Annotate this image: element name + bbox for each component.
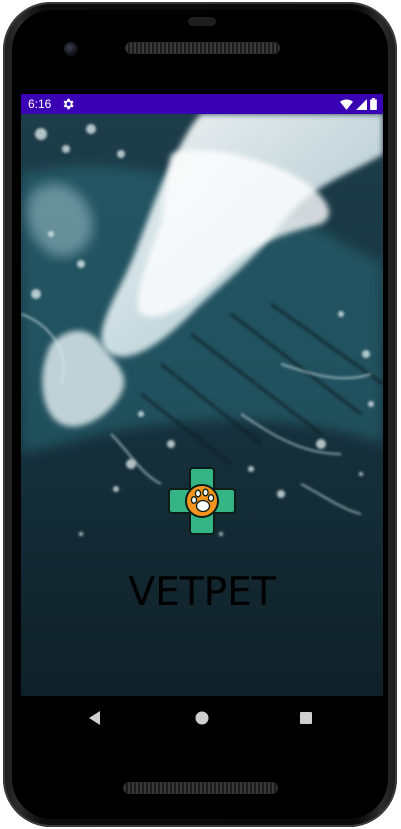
front-camera (64, 42, 78, 56)
wifi-icon (340, 98, 353, 110)
status-bar: 6:16 (21, 94, 383, 114)
back-triangle-icon[interactable] (87, 710, 103, 726)
bottom-speaker-grille (124, 783, 277, 793)
home-circle-icon[interactable] (194, 710, 210, 726)
app-title: VETPET (128, 570, 276, 615)
settings-gear-icon (63, 98, 74, 110)
status-icons (340, 98, 377, 110)
earpiece (188, 17, 216, 26)
cellular-signal-icon (356, 98, 367, 110)
recents-square-icon[interactable] (298, 710, 314, 726)
vet-cross-paw-logo (168, 467, 236, 535)
top-speaker-grille (126, 43, 279, 53)
battery-icon (370, 98, 377, 110)
screen: 6:16 VETPET (21, 94, 383, 696)
navigation-bar (21, 696, 383, 740)
status-time: 6:16 (28, 97, 52, 111)
